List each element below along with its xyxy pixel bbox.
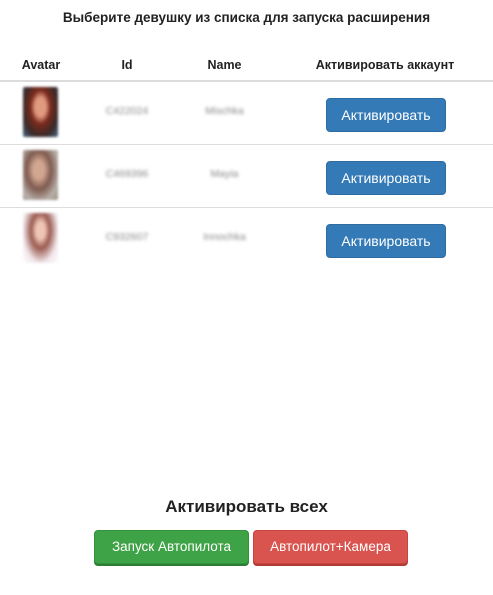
accounts-table: Avatar Id Name Активировать аккаунт C422… (0, 50, 493, 271)
column-header-id: Id (121, 58, 133, 72)
avatar (23, 213, 58, 263)
activate-button[interactable]: Активировать (326, 224, 446, 258)
autopilot-camera-button[interactable]: Автопилот+Камера (253, 530, 408, 564)
account-id: C932607 (105, 231, 149, 243)
activate-all-heading: Активировать всех (165, 497, 328, 516)
start-autopilot-button[interactable]: Запуск Автопилота (94, 530, 249, 564)
column-header-name: Name (207, 58, 242, 72)
table-header: Avatar Id Name Активировать аккаунт (0, 50, 493, 82)
account-name: Mayia (210, 168, 239, 180)
account-name: Innochka (203, 231, 246, 243)
avatar (23, 150, 58, 200)
table-row: C422024 Mischka Активировать (0, 82, 493, 145)
activate-button[interactable]: Активировать (326, 98, 446, 132)
avatar (23, 87, 58, 137)
column-header-activate: Активировать аккаунт (315, 58, 455, 72)
table-row: C932607 Innochka Активировать (0, 208, 493, 271)
page-title: Выберите девушку из списка для запуска р… (62, 10, 431, 25)
activate-button[interactable]: Активировать (326, 161, 446, 195)
account-id: C422024 (105, 105, 149, 117)
account-id: C469396 (105, 168, 149, 180)
account-name: Mischka (205, 105, 244, 117)
table-row: C469396 Mayia Активировать (0, 145, 493, 208)
column-header-avatar: Avatar (21, 58, 61, 72)
